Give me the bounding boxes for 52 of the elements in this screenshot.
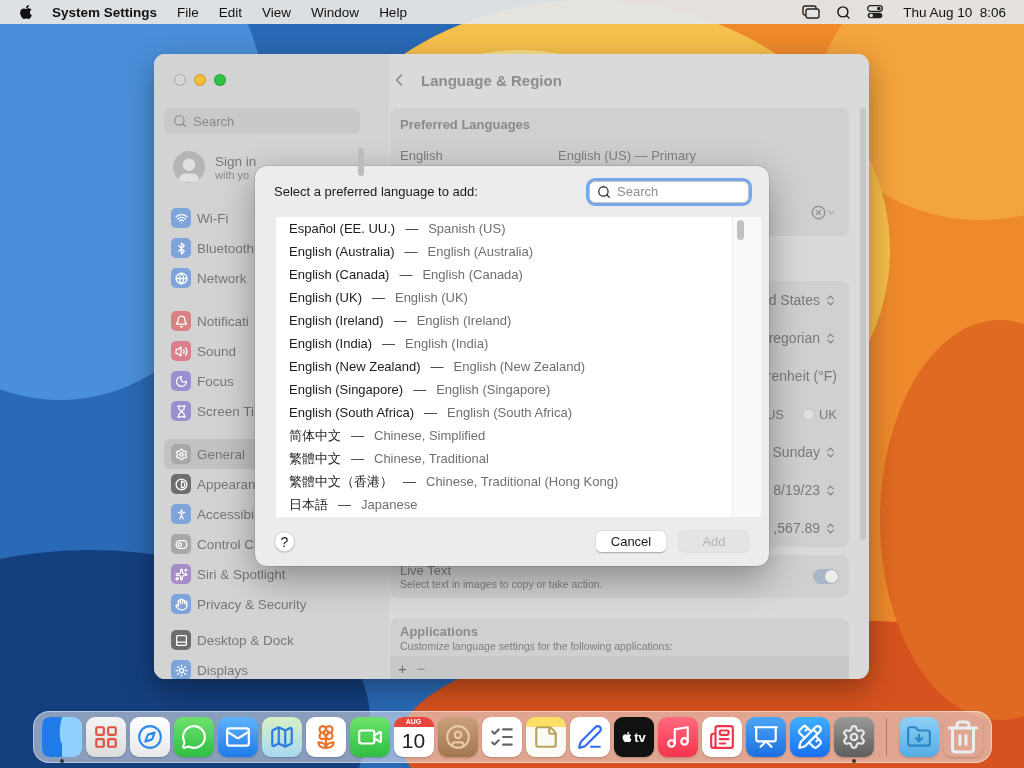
english-name: English (UK) bbox=[394, 290, 468, 305]
language-name: 简体中文 bbox=[289, 426, 341, 445]
separator-dash: — bbox=[393, 313, 407, 328]
language-name: 繁體中文 bbox=[289, 449, 341, 468]
english-name: Chinese, Traditional bbox=[374, 451, 489, 466]
tv-label: tv bbox=[634, 729, 646, 745]
language-name: English (India) bbox=[289, 336, 373, 351]
language-detail: English (US) — Primary bbox=[558, 147, 696, 163]
language-name: English (Ireland) bbox=[289, 313, 384, 328]
separator-dash: — bbox=[371, 290, 385, 305]
radio-label: UK bbox=[818, 406, 837, 422]
english-name: English (India) bbox=[405, 336, 489, 351]
language-name: English (Australia) bbox=[289, 244, 395, 259]
separator-dash: — bbox=[404, 244, 418, 259]
separator-dash: — bbox=[351, 451, 364, 466]
section-description: Customize language settings for the following applications: bbox=[400, 640, 674, 652]
separator-dash: — bbox=[382, 336, 396, 351]
english-name: English (South Africa) bbox=[447, 405, 573, 420]
page-title: Language & Region bbox=[421, 71, 562, 89]
english-name: Chinese, Simplified bbox=[374, 428, 486, 443]
english-name: Spanish (US) bbox=[428, 221, 506, 236]
language-name: 繁體中文（香港） bbox=[289, 472, 393, 491]
separator-dash: — bbox=[430, 359, 444, 374]
language-name: English (Singapore) bbox=[289, 382, 404, 397]
language-name: Español (EE. UU.) bbox=[289, 221, 396, 236]
day-label: 10 bbox=[401, 728, 426, 754]
language-name: 日本語 bbox=[289, 495, 328, 514]
separator-dash: — bbox=[351, 428, 364, 443]
separator-dash: — bbox=[424, 405, 437, 420]
account-subtitle: with yo bbox=[215, 168, 251, 181]
setting-title: Live Text bbox=[400, 563, 453, 578]
english-name: English (New Zealand) bbox=[453, 359, 586, 374]
english-name: Chinese, Traditional (Hong Kong) bbox=[426, 474, 619, 489]
separator-dash: — bbox=[413, 382, 427, 397]
language-name: English (New Zealand) bbox=[289, 359, 421, 374]
language-name: English (Canada) bbox=[289, 267, 390, 282]
language-name: English (UK) bbox=[289, 290, 362, 305]
separator-dash: — bbox=[338, 497, 351, 512]
language-name: English (South Africa) bbox=[289, 405, 414, 420]
english-name: English (Ireland) bbox=[416, 313, 512, 328]
language-name: English bbox=[400, 147, 444, 163]
dialog-title: Select a preferred language to add: bbox=[274, 184, 478, 199]
english-name: English (Singapore) bbox=[436, 382, 551, 397]
separator-dash: — bbox=[399, 267, 413, 282]
english-name: English (Canada) bbox=[422, 267, 523, 282]
setting-description: Select text in images to copy or take action. bbox=[400, 578, 604, 590]
separator-dash: — bbox=[405, 221, 419, 236]
separator-dash: — bbox=[403, 474, 416, 489]
section-heading: Preferred Languages bbox=[399, 116, 532, 132]
english-name: Japanese bbox=[361, 497, 418, 512]
english-name: English (Australia) bbox=[427, 244, 533, 259]
section-heading: Applications bbox=[400, 624, 479, 639]
